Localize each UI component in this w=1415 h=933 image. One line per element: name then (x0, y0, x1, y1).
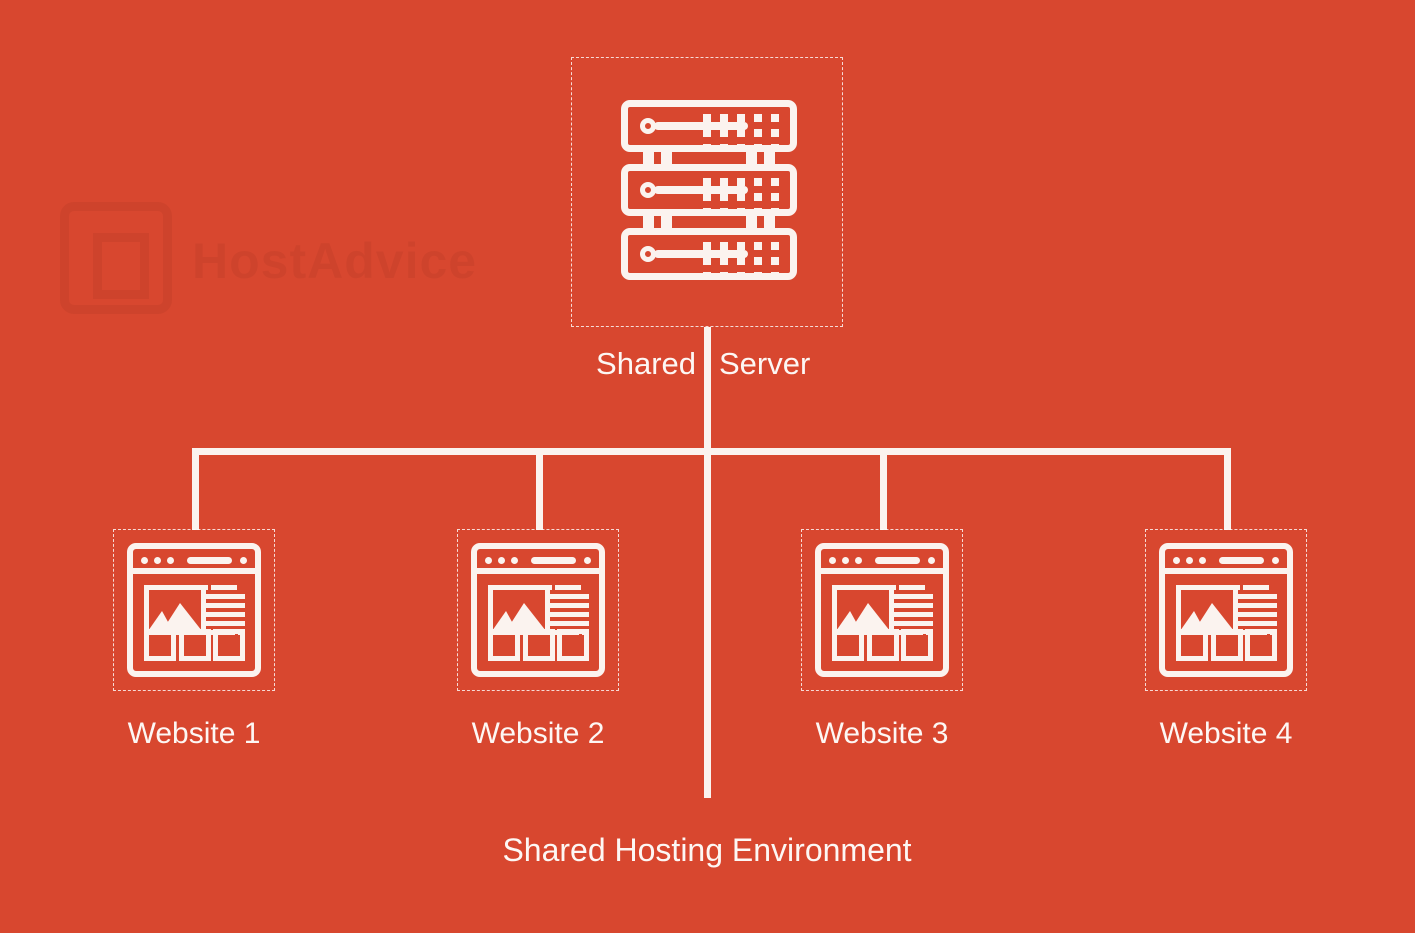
browser-dot-icon (141, 557, 148, 564)
thumbnail-row (144, 629, 245, 661)
thumbnail-box (901, 629, 933, 661)
connector-drop-website-3 (880, 448, 887, 530)
browser-title-bar (133, 549, 255, 574)
browser-dot-icon (1199, 557, 1206, 564)
thumbnail-box (178, 629, 211, 661)
watermark-logo-icon (60, 202, 172, 314)
watermark-text: HostAdvice (192, 233, 478, 289)
mountain-shape (1181, 603, 1233, 630)
browser-dot-icon (855, 557, 862, 564)
thumbnail-box (213, 629, 245, 661)
browser-dot-icon (842, 557, 849, 564)
website-label-4: Website 4 (1159, 717, 1293, 750)
browser-window-icon (127, 543, 261, 677)
browser-window-icon (815, 543, 949, 677)
footer-label: Shared Hosting Environment (502, 832, 912, 868)
browser-url-bar (875, 557, 920, 564)
thumbnail-box (557, 629, 589, 661)
browser-window-icon (1159, 543, 1293, 677)
browser-title-bar (1165, 549, 1287, 574)
image-placeholder-icon (144, 585, 206, 635)
rack-foot (661, 216, 672, 228)
connector-drop-website-1 (192, 448, 199, 530)
browser-dot-icon (511, 557, 518, 564)
connector-drop-website-2 (536, 448, 543, 530)
browser-window-icon (471, 543, 605, 677)
rack-foot (764, 152, 775, 164)
thumbnail-row (832, 629, 933, 661)
connector-drop-website-4 (1224, 448, 1231, 530)
image-placeholder-icon (832, 585, 894, 635)
browser-menu-dot-icon (584, 557, 591, 564)
thumbnail-box (144, 629, 176, 661)
mountain-shape (149, 603, 201, 630)
website-label-2: Website 2 (471, 717, 605, 750)
rack-foot (661, 152, 672, 164)
browser-title-bar (821, 549, 943, 574)
rack-foot (643, 216, 654, 228)
rack-foot (746, 152, 757, 164)
rack-unit-2 (621, 164, 797, 216)
diagram-canvas: HostAdvice Shared Server Website 1 Websi… (0, 0, 1415, 933)
watermark-logo-inner (93, 233, 149, 299)
browser-dot-icon (167, 557, 174, 564)
thumbnail-box (488, 629, 520, 661)
browser-dot-icon (1186, 557, 1193, 564)
browser-menu-dot-icon (928, 557, 935, 564)
connector-bus-horizontal (192, 448, 1231, 455)
rack-dot-grid (703, 114, 782, 155)
browser-dot-icon (1173, 557, 1180, 564)
website-icon-2 (471, 543, 605, 677)
browser-url-bar (531, 557, 576, 564)
rack-dot-grid (703, 242, 782, 283)
mountain-shape (493, 603, 545, 630)
thumbnail-row (488, 629, 589, 661)
website-label-3: Website 3 (815, 717, 949, 750)
browser-menu-dot-icon (240, 557, 247, 564)
server-rack-icon (621, 100, 797, 280)
thumbnail-box (1210, 629, 1243, 661)
rack-foot (764, 216, 775, 228)
rack-foot (643, 152, 654, 164)
image-placeholder-icon (1176, 585, 1238, 635)
watermark: HostAdvice (42, 198, 476, 318)
browser-dot-icon (498, 557, 505, 564)
rack-dot-grid (703, 178, 782, 219)
browser-title-bar (477, 549, 599, 574)
rack-unit-3 (621, 228, 797, 280)
website-icon-1 (127, 543, 261, 677)
thumbnail-row (1176, 629, 1277, 661)
thumbnail-box (522, 629, 555, 661)
website-label-1: Website 1 (127, 717, 261, 750)
thumbnail-box (1245, 629, 1277, 661)
rack-unit-1 (621, 100, 797, 152)
connector-trunk-vertical (704, 327, 711, 798)
browser-url-bar (1219, 557, 1264, 564)
server-label-left: Shared (596, 346, 696, 381)
thumbnail-box (866, 629, 899, 661)
server-label-right: Server (719, 346, 811, 381)
thumbnail-box (1176, 629, 1208, 661)
browser-dot-icon (154, 557, 161, 564)
rack-foot (746, 216, 757, 228)
browser-menu-dot-icon (1272, 557, 1279, 564)
browser-url-bar (187, 557, 232, 564)
website-icon-4 (1159, 543, 1293, 677)
browser-dot-icon (485, 557, 492, 564)
website-icon-3 (815, 543, 949, 677)
mountain-shape (837, 603, 889, 630)
image-placeholder-icon (488, 585, 550, 635)
watermark-logo-bar (93, 233, 149, 242)
thumbnail-box (832, 629, 864, 661)
browser-dot-icon (829, 557, 836, 564)
